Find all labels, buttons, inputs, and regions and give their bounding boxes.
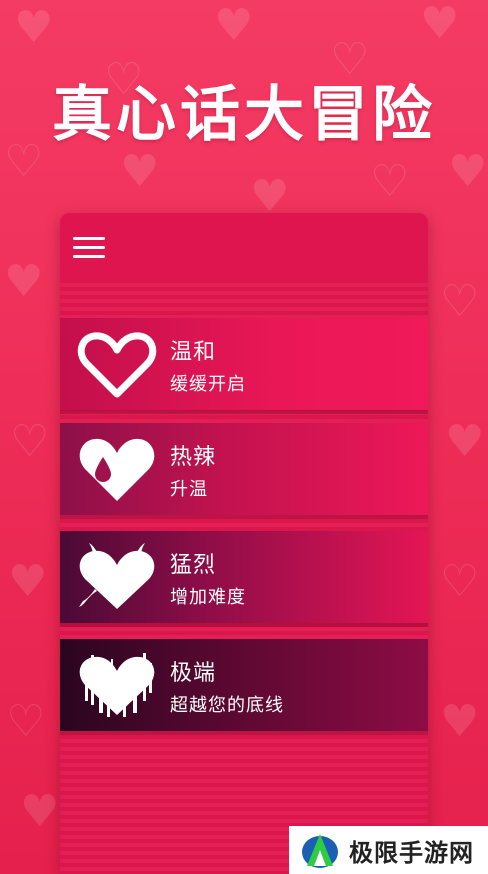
watermark-logo-icon	[302, 834, 338, 868]
hamburger-menu-icon[interactable]	[73, 237, 105, 261]
level-extreme-card[interactable]: 极端 超越您的底线	[60, 639, 428, 731]
level-description: 升温	[170, 479, 208, 500]
level-spicy-card[interactable]: 热辣 升温	[60, 423, 428, 515]
heart-outline-icon	[77, 332, 157, 398]
level-description: 超越您的底线	[170, 695, 284, 716]
glitch-heart-icon	[79, 653, 155, 717]
app-title: 真心话大冒险	[52, 80, 436, 150]
watermark-text: 极限手游网	[349, 838, 474, 867]
level-name: 极端	[170, 661, 217, 686]
level-name: 温和	[170, 340, 217, 365]
level-fierce-card[interactable]: 猛烈 增加难度	[60, 531, 428, 623]
level-mild-card[interactable]: 温和 缓缓开启	[60, 318, 428, 410]
panel-header	[60, 213, 428, 283]
level-description: 缓缓开启	[170, 374, 246, 395]
level-name: 猛烈	[170, 553, 217, 578]
level-panel: 温和 缓缓开启 热辣 升温 猛烈 增加难度 极端 超越您的底线	[60, 213, 428, 874]
level-description: 增加难度	[170, 587, 246, 608]
level-name: 热辣	[170, 445, 217, 470]
devil-heart-icon	[79, 543, 155, 609]
watermark-banner: 极限手游网	[289, 826, 488, 874]
heart-drop-icon	[79, 438, 155, 501]
